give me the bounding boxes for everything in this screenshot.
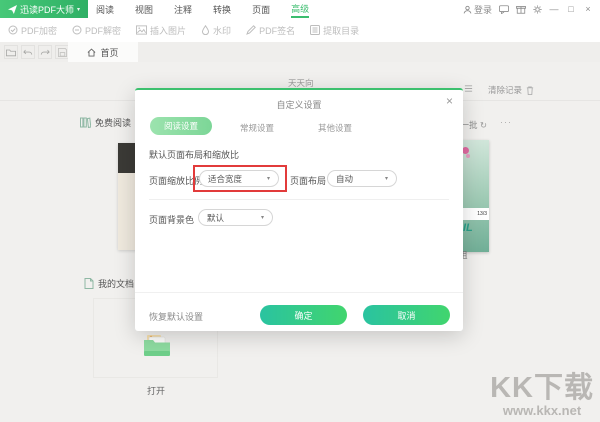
shield-minus-icon	[72, 25, 82, 35]
page-bg-value: 默认	[207, 212, 224, 224]
tool-watermark[interactable]: 水印	[201, 24, 231, 37]
watermark-title: KK下载	[490, 373, 594, 403]
cover-badge: 13/3	[461, 208, 489, 220]
dialog-tab-other[interactable]: 其他设置	[318, 122, 352, 134]
dialog-section-title: 默认页面布局和缩放比	[149, 148, 239, 161]
restore-defaults-link[interactable]: 恢复默认设置	[149, 310, 203, 323]
open-label: 打开	[147, 384, 165, 397]
site-watermark: KK下载 www.kkx.net	[490, 373, 594, 418]
clear-history-button[interactable]: 清除记录	[488, 84, 534, 96]
droplet-icon	[201, 25, 210, 35]
cover-script-text: IL	[463, 222, 473, 234]
home-tab-label: 首页	[100, 46, 118, 59]
dialog-tab-reading[interactable]: 阅读设置	[150, 117, 212, 135]
titlebar-right-controls: 登录 — □ ×	[463, 3, 600, 16]
my-docs-section: 我的文档	[84, 277, 134, 290]
dialog-divider	[149, 199, 449, 200]
tab-read[interactable]: 阅读	[96, 1, 114, 17]
maximize-button[interactable]: □	[566, 4, 576, 14]
gift-box-icon[interactable]	[516, 5, 526, 14]
page-bg-select[interactable]: 默认 ▾	[198, 209, 273, 226]
trash-icon	[526, 86, 534, 95]
folder-open-icon	[6, 48, 16, 57]
title-bar: 迅读PDF大师 ▾ 阅读 视图 注释 转换 页面 高级 登录 — □ ×	[0, 0, 600, 18]
undo-icon	[23, 48, 33, 57]
tool-insert-image[interactable]: 插入图片	[136, 24, 186, 37]
gear-icon[interactable]	[533, 5, 542, 14]
dialog-footer-divider	[135, 292, 463, 293]
tool-label: PDF加密	[21, 24, 57, 37]
tab-home[interactable]: 首页	[68, 42, 138, 62]
dialog-close-icon[interactable]: ×	[446, 95, 453, 107]
tool-label: PDF解密	[85, 24, 121, 37]
list-outline-icon	[310, 25, 320, 35]
page-layout-label: 页面布局	[290, 174, 326, 187]
free-reading-label: 免费阅读	[95, 116, 131, 129]
page-layout-value: 自动	[336, 173, 353, 185]
ok-button[interactable]: 确定	[260, 305, 347, 325]
close-window-button[interactable]: ×	[583, 4, 593, 14]
tab-advanced[interactable]: 高级	[291, 0, 309, 18]
zoom-ratio-select[interactable]: 适合宽度 ▾	[199, 170, 279, 187]
green-folder-icon[interactable]	[143, 334, 171, 356]
tool-pdf-encrypt[interactable]: PDF加密	[8, 24, 57, 37]
tool-label: 提取目录	[323, 24, 359, 37]
tab-annotate[interactable]: 注释	[174, 1, 192, 17]
user-icon	[463, 5, 472, 14]
home-icon	[87, 48, 96, 57]
flower-decoration	[462, 147, 469, 154]
save-icon	[58, 48, 67, 57]
tool-label: 插入图片	[150, 24, 186, 37]
undo-button[interactable]	[21, 45, 35, 59]
login-label: 登录	[474, 3, 492, 16]
dialog-title: 自定义设置	[135, 98, 463, 111]
free-reading-section: 免费阅读	[80, 116, 131, 129]
image-icon	[136, 25, 147, 35]
dialog-tab-general[interactable]: 常规设置	[240, 122, 274, 134]
tool-pdf-decrypt[interactable]: PDF解密	[72, 24, 121, 37]
cancel-button[interactable]: 取消	[363, 305, 450, 325]
redo-button[interactable]	[38, 45, 52, 59]
chevron-down-icon: ▾	[267, 175, 270, 182]
zoom-ratio-value: 适合宽度	[208, 173, 242, 185]
pen-icon	[246, 25, 256, 35]
book-cover-right[interactable]: 13/3 IL	[461, 140, 489, 252]
chevron-down-icon: ▾	[77, 6, 80, 13]
tool-extract-toc[interactable]: 提取目录	[310, 24, 359, 37]
bookshelf-icon	[80, 117, 91, 128]
more-button[interactable]: ···	[500, 117, 512, 127]
custom-settings-dialog: 自定义设置 × 阅读设置 常规设置 其他设置 默认页面布局和缩放比 页面缩放比例…	[135, 88, 463, 331]
chevron-down-icon: ▾	[261, 214, 264, 221]
tool-label: PDF签名	[259, 24, 295, 37]
refresh-icon: ↻	[480, 120, 487, 130]
tool-label: 水印	[213, 24, 231, 37]
tool-pdf-sign[interactable]: PDF签名	[246, 24, 295, 37]
paper-plane-icon	[8, 5, 17, 14]
shield-check-icon	[8, 25, 18, 35]
my-docs-label: 我的文档	[98, 277, 134, 290]
tab-convert[interactable]: 转换	[213, 1, 231, 17]
flower-decoration	[466, 154, 470, 158]
app-logo[interactable]: 迅读PDF大师 ▾	[0, 0, 88, 18]
watermark-url: www.kkx.net	[490, 403, 594, 418]
ribbon-toolbar: PDF加密 PDF解密 插入图片 水印 PDF签名 提取目录	[0, 18, 600, 42]
redo-icon	[40, 48, 50, 57]
chevron-down-icon: ▾	[385, 175, 388, 182]
reading-history-icon[interactable]	[464, 84, 473, 93]
minimize-button[interactable]: —	[549, 4, 559, 14]
tab-view[interactable]: 视图	[135, 1, 153, 17]
page-layout-select[interactable]: 自动 ▾	[327, 170, 397, 187]
page-bg-label: 页面背景色	[149, 213, 194, 226]
login-button[interactable]: 登录	[463, 3, 492, 16]
save-button[interactable]	[55, 45, 69, 59]
ribbon-tab-strip: 阅读 视图 注释 转换 页面 高级	[96, 0, 309, 18]
feedback-icon[interactable]	[499, 5, 509, 14]
document-icon	[84, 278, 94, 289]
app-window: 迅读PDF大师 ▾ 阅读 视图 注释 转换 页面 高级 登录 — □ ×	[0, 0, 600, 422]
clear-history-label: 清除记录	[488, 84, 522, 96]
tab-page[interactable]: 页面	[252, 1, 270, 17]
app-title: 迅读PDF大师	[20, 3, 74, 16]
open-file-button[interactable]	[4, 45, 18, 59]
